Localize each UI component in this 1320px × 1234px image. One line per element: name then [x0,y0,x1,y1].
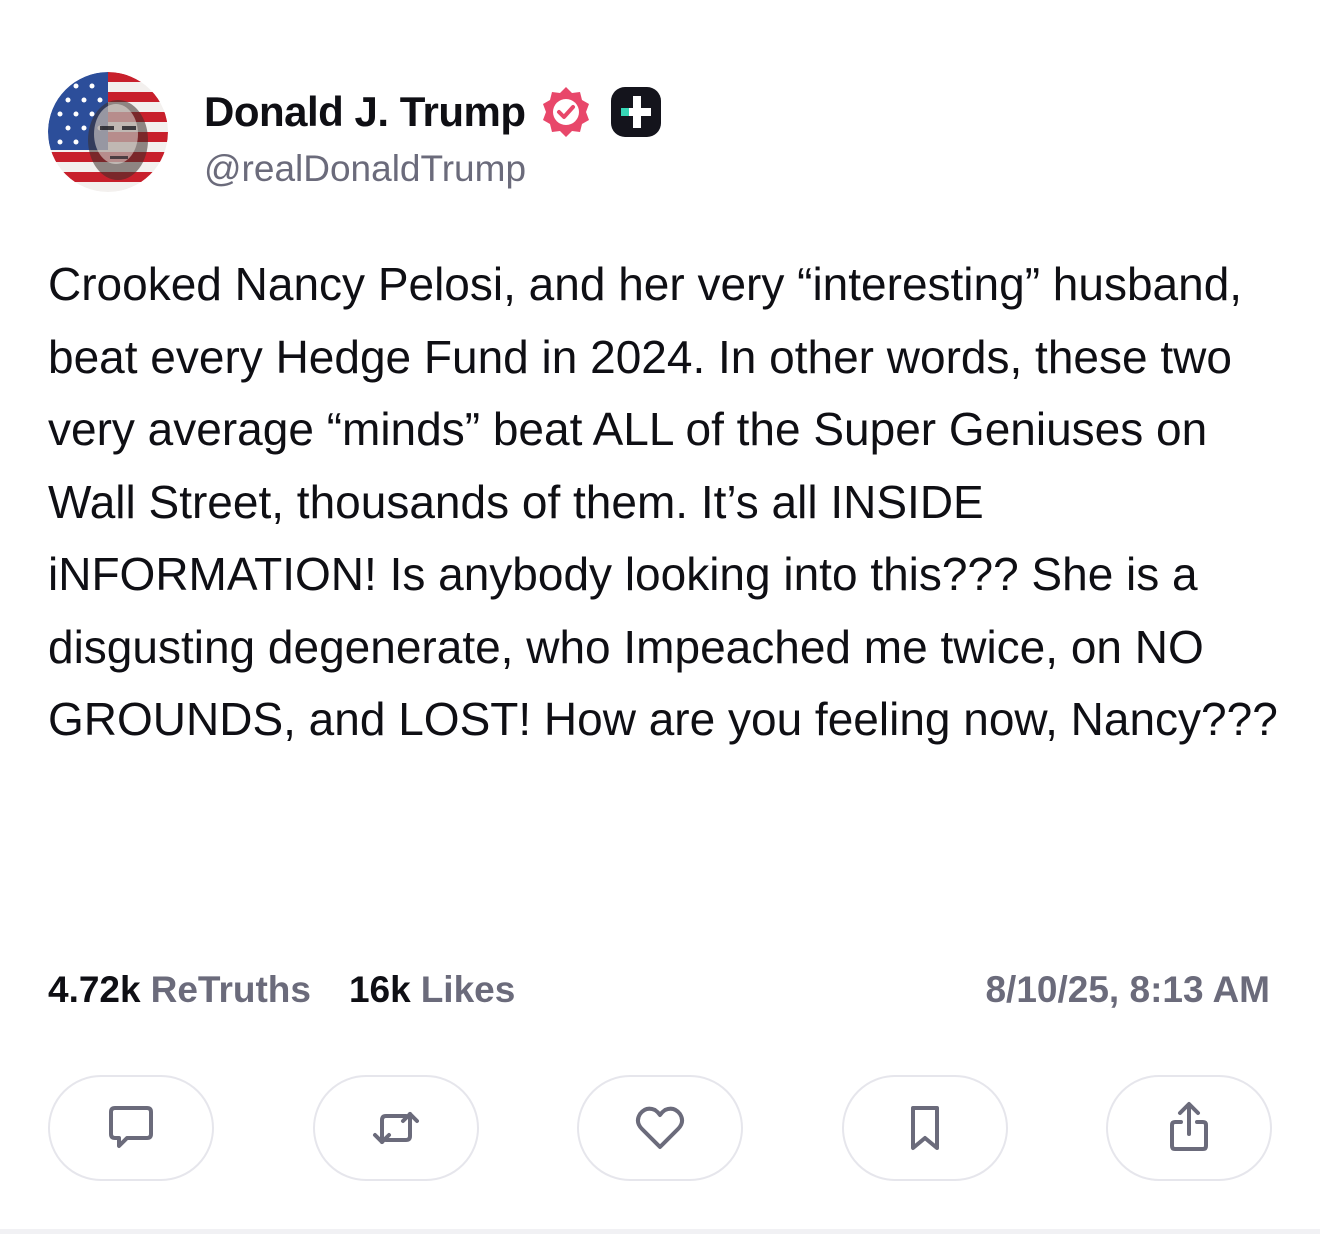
likes-stat[interactable]: 16k Likes [349,969,515,1011]
share-icon [1170,1102,1208,1151]
action-bar [48,1075,1272,1181]
retruth-button[interactable] [312,1075,479,1181]
reply-button[interactable] [48,1075,214,1181]
avatar-image [48,72,168,192]
share-button[interactable] [1106,1075,1272,1181]
retruths-label: ReTruths [150,969,311,1010]
name-row: Donald J. Trump [204,84,664,140]
like-button[interactable] [577,1075,743,1181]
stats-row: 4.72k ReTruths 16k Likes 8/10/25, 8:13 A… [48,966,1270,1014]
retruths-stat[interactable]: 4.72k ReTruths [48,969,311,1011]
verified-badge-icon [538,84,594,140]
likes-label: Likes [420,969,516,1010]
bottom-divider [0,1229,1320,1234]
display-name[interactable]: Donald J. Trump [204,88,526,136]
heart-icon [635,1106,685,1149]
bookmark-button[interactable] [841,1075,1008,1181]
retruths-count: 4.72k [48,969,141,1010]
post-timestamp: 8/10/25, 8:13 AM [985,969,1270,1010]
repost-icon [372,1112,419,1144]
comment-icon [109,1106,153,1148]
post-card: Donald J. Trump @realDonaldTrump Crooked… [0,0,1320,1234]
author-block: Donald J. Trump @realDonaldTrump [204,84,664,190]
avatar[interactable] [48,72,168,192]
user-handle[interactable]: @realDonaldTrump [204,148,664,190]
plus-badge-icon [608,84,664,140]
bookmark-icon [910,1106,939,1150]
post-body-text: Crooked Nancy Pelosi, and her very “inte… [48,258,1278,745]
likes-count: 16k [348,969,411,1010]
